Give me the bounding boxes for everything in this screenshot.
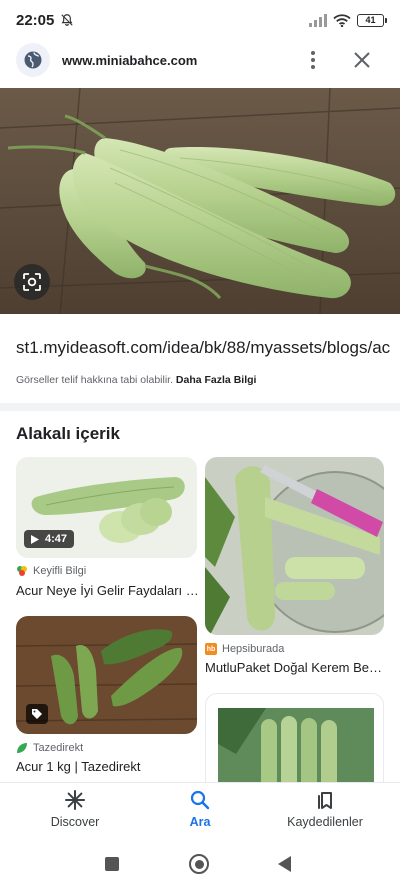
price-tag-icon <box>26 704 48 724</box>
nav-search[interactable]: Ara <box>140 789 260 829</box>
card-source: Keyifli Bilgi <box>16 565 86 577</box>
image-source-url[interactable]: st1.myideasoft.com/idea/bk/88/myassets/b… <box>16 338 400 358</box>
lens-search-icon[interactable] <box>14 264 50 300</box>
battery-level: 41 <box>365 15 376 25</box>
wifi-icon <box>333 13 351 27</box>
signal-icon <box>309 13 327 27</box>
url-header: www.miniabahce.com <box>0 40 400 84</box>
related-card-thumbnail[interactable]: 4:47 <box>16 457 197 558</box>
section-divider <box>0 403 400 411</box>
card-source: hb Hepsiburada <box>205 643 284 655</box>
main-image[interactable] <box>0 88 400 314</box>
home-icon[interactable] <box>189 854 209 874</box>
card-source: Tazedirekt <box>16 742 83 754</box>
card-title[interactable]: Acur Neye İyi Gelir Faydaları … <box>16 583 198 598</box>
globe-icon <box>16 43 50 77</box>
nav-saved[interactable]: Kaydedilenler <box>265 789 385 829</box>
related-content-heading: Alakalı içerik <box>16 424 120 443</box>
play-icon <box>31 534 39 544</box>
nav-search-label: Ara <box>189 815 211 829</box>
nav-saved-label: Kaydedilenler <box>287 815 363 829</box>
source-favicon-icon <box>17 566 27 576</box>
card-source-name: Keyifli Bilgi <box>33 565 87 577</box>
hepsiburada-favicon-icon: hb <box>205 643 217 655</box>
card-title[interactable]: MutluPaket Doğal Kerem Be… <box>205 660 385 675</box>
more-vert-icon[interactable] <box>303 48 323 72</box>
status-bar: 22:05 41 <box>0 0 400 40</box>
muted-bell-icon <box>61 14 74 26</box>
close-icon[interactable] <box>350 48 374 72</box>
video-duration: 4:47 <box>45 533 68 545</box>
system-navigation-bar <box>0 842 400 888</box>
copyright-notice: Görseller telif hakkına tabi olabilir. D… <box>16 374 256 386</box>
nav-discover[interactable]: Discover <box>15 789 135 829</box>
copyright-text: Görseller telif hakkına tabi olabilir. <box>16 374 173 386</box>
card-title[interactable]: Acur 1 kg | Tazedirekt <box>16 759 198 774</box>
video-duration-badge: 4:47 <box>24 530 75 548</box>
bottom-navigation: Discover Ara Kaydedilenler <box>0 782 400 842</box>
asterisk-icon <box>65 790 85 810</box>
related-card-thumbnail[interactable] <box>205 457 384 635</box>
related-card-thumbnail[interactable] <box>205 693 384 793</box>
bookmarks-icon <box>318 792 332 809</box>
card-source-name: Hepsiburada <box>222 643 285 655</box>
recents-icon[interactable] <box>105 857 119 871</box>
related-card-thumbnail[interactable] <box>16 616 197 734</box>
site-url[interactable]: www.miniabahce.com <box>62 53 197 68</box>
search-icon <box>190 790 210 810</box>
back-icon[interactable] <box>276 855 292 873</box>
leaf-favicon-icon <box>17 743 27 753</box>
nav-discover-label: Discover <box>50 815 100 829</box>
card-source-name: Tazedirekt <box>33 742 84 754</box>
status-time: 22:05 <box>16 11 55 29</box>
battery-icon: 41 <box>357 13 387 27</box>
more-info-link[interactable]: Daha Fazla Bilgi <box>176 374 257 386</box>
